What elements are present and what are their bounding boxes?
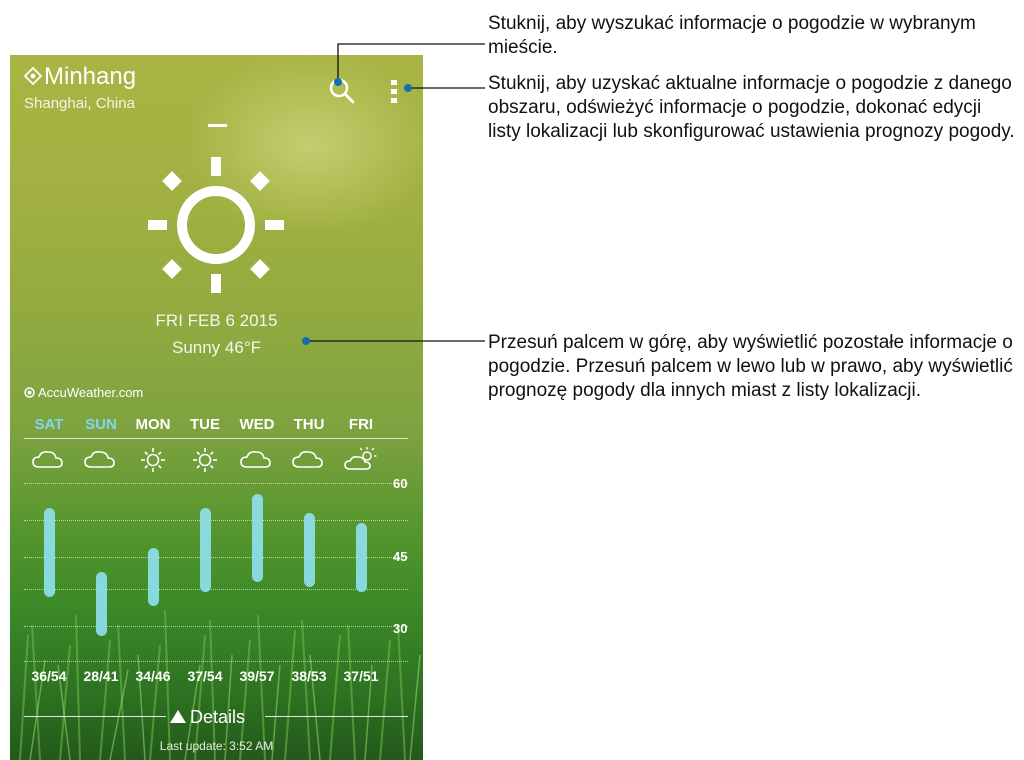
callout-dot (334, 78, 342, 86)
callout-menu: Stuknij, aby uzyskać aktualne informacje… (488, 73, 1015, 142)
callout-dot (302, 337, 310, 345)
callout-dot (404, 84, 412, 92)
callout-search: Stuknij, aby wyszukać informacje o pogod… (488, 13, 976, 58)
callout-swipe: Przesuń palcem w górę, aby wyświetlić po… (488, 332, 1013, 401)
callout-line-search (337, 43, 485, 82)
